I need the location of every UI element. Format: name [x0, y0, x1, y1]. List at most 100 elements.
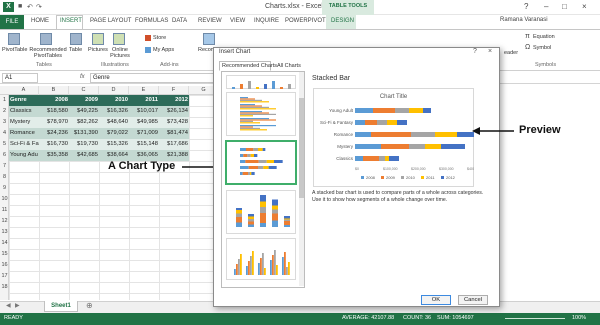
cancel-button[interactable]: Cancel [458, 295, 488, 305]
table-cell[interactable]: $19,730 [69, 139, 99, 150]
row-header[interactable]: 2 [0, 106, 9, 117]
table-cell[interactable]: $16,326 [99, 106, 129, 117]
tab-design[interactable]: DESIGN [331, 18, 354, 24]
name-box[interactable]: A1 [2, 73, 38, 83]
symbol-button[interactable]: Symbol [533, 45, 551, 51]
row-header[interactable]: 16 [0, 260, 9, 271]
formula-input[interactable]: Genre [90, 73, 215, 83]
row-header[interactable]: 1 [0, 95, 9, 106]
table-cell[interactable]: Romance [9, 128, 39, 139]
table-cell[interactable]: $17,686 [159, 139, 189, 150]
tab-file[interactable]: FILE [0, 15, 24, 29]
fx-icon[interactable]: fx [80, 74, 85, 80]
pivottable-button[interactable]: PivotTable [2, 47, 27, 53]
tab-home[interactable]: HOME [31, 18, 49, 24]
table-cell[interactable]: $26,134 [159, 106, 189, 117]
list-scrollbar-thumb[interactable] [299, 98, 304, 198]
row-header[interactable]: 4 [0, 128, 9, 139]
table-cell[interactable]: $71,009 [129, 128, 159, 139]
tab-formulas[interactable]: FORMULAS [135, 18, 168, 24]
column-header[interactable]: D [99, 86, 129, 95]
tab-view[interactable]: VIEW [230, 18, 245, 24]
equation-button[interactable]: Equation [533, 34, 555, 40]
table-cell[interactable]: $42,685 [69, 150, 99, 161]
save-icon[interactable]: ■ [18, 3, 22, 10]
tab-all-charts[interactable]: All Charts [277, 63, 301, 69]
zoom-level[interactable]: 100% [572, 315, 586, 321]
table-header-cell[interactable]: 2008 [39, 95, 69, 106]
table-cell[interactable]: $48,640 [99, 117, 129, 128]
zoom-slider[interactable] [505, 318, 565, 319]
column-header[interactable]: C [69, 86, 99, 95]
row-header[interactable]: 14 [0, 238, 9, 249]
table-button[interactable]: Table [69, 47, 82, 53]
table-header-cell[interactable]: 2012 [159, 95, 189, 106]
recommended-pivottables-button[interactable]: Recommended PivotTables [28, 47, 68, 59]
table-cell[interactable]: Sci-Fi & Fa [9, 139, 39, 150]
tab-page-layout[interactable]: PAGE LAYOUT [90, 18, 131, 24]
redo-icon[interactable]: ↷ [36, 3, 42, 11]
row-header[interactable]: 8 [0, 172, 9, 183]
table-header-cell[interactable]: 2009 [69, 95, 99, 106]
column-header[interactable]: E [129, 86, 159, 95]
ok-button[interactable]: OK [421, 295, 451, 305]
table-cell[interactable]: $15,148 [129, 139, 159, 150]
row-header[interactable]: 10 [0, 194, 9, 205]
column-header[interactable]: F [159, 86, 189, 95]
table-cell[interactable]: $82,262 [69, 117, 99, 128]
row-header[interactable]: 15 [0, 249, 9, 260]
table-cell[interactable]: $79,022 [99, 128, 129, 139]
row-header[interactable]: 12 [0, 216, 9, 227]
table-cell[interactable]: $10,017 [129, 106, 159, 117]
maximize-button[interactable]: □ [562, 2, 567, 11]
scroll-left-icon[interactable]: ◀ [6, 302, 11, 309]
tab-powerpivot[interactable]: POWERPIVOT [285, 18, 326, 24]
row-header[interactable]: 7 [0, 161, 9, 172]
tab-review[interactable]: REVIEW [198, 18, 222, 24]
help-button[interactable]: ? [524, 2, 528, 11]
table-header-cell[interactable]: 2011 [129, 95, 159, 106]
table-cell[interactable]: $24,236 [39, 128, 69, 139]
table-cell[interactable]: $49,225 [69, 106, 99, 117]
undo-icon[interactable]: ↶ [27, 3, 33, 11]
table-cell[interactable]: $131,390 [69, 128, 99, 139]
scroll-right-icon[interactable]: ▶ [15, 302, 20, 309]
table-cell[interactable]: $73,428 [159, 117, 189, 128]
tab-data[interactable]: DATA [172, 18, 187, 24]
table-header-cell[interactable]: 2010 [99, 95, 129, 106]
store-button[interactable]: Store [153, 35, 166, 41]
table-cell[interactable]: $49,985 [129, 117, 159, 128]
table-cell[interactable]: $81,474 [159, 128, 189, 139]
table-cell[interactable]: Classics [9, 106, 39, 117]
column-header[interactable]: A [9, 86, 39, 95]
row-header[interactable]: 3 [0, 117, 9, 128]
row-header[interactable]: 18 [0, 282, 9, 293]
table-cell[interactable]: $35,358 [39, 150, 69, 161]
table-cell[interactable]: Young Adu [9, 150, 39, 161]
column-header[interactable]: B [39, 86, 69, 95]
table-cell[interactable]: $18,580 [39, 106, 69, 117]
row-header[interactable]: 13 [0, 227, 9, 238]
table-cell[interactable]: Mystery [9, 117, 39, 128]
user-name[interactable]: Ramana Varanasi [500, 17, 548, 23]
row-header[interactable]: 5 [0, 139, 9, 150]
my-apps-button[interactable]: My Apps [153, 47, 174, 53]
online-pictures-button[interactable]: Online Pictures [108, 47, 132, 59]
table-cell[interactable]: $78,970 [39, 117, 69, 128]
add-sheet-icon[interactable]: ⊕ [86, 301, 93, 310]
close-button[interactable]: × [582, 2, 587, 11]
table-cell[interactable]: $16,730 [39, 139, 69, 150]
row-header[interactable]: 17 [0, 271, 9, 282]
reader-button[interactable]: eader [504, 50, 518, 56]
row-header[interactable]: 6 [0, 150, 9, 161]
table-cell[interactable]: $15,326 [99, 139, 129, 150]
tab-inquire[interactable]: INQUIRE [254, 18, 279, 24]
dialog-help-button[interactable]: ? [473, 48, 477, 55]
row-header[interactable]: 9 [0, 183, 9, 194]
row-header[interactable]: 11 [0, 205, 9, 216]
minimize-button[interactable]: – [544, 2, 548, 11]
recommended-charts-button[interactable]: Recommended [198, 47, 213, 53]
table-header-cell[interactable]: Genre [9, 95, 39, 106]
sheet-tab-sheet1[interactable]: Sheet1 [44, 301, 78, 312]
tab-recommended-charts[interactable]: Recommended Charts [222, 63, 277, 69]
